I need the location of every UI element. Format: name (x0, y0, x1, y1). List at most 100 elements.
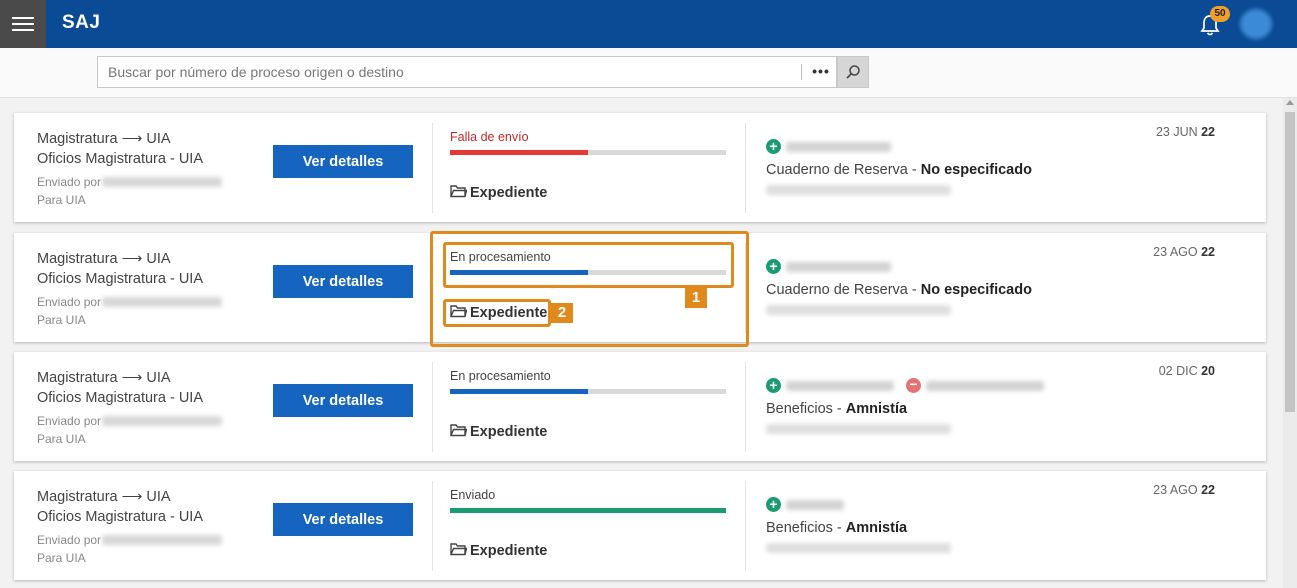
sender-redacted (102, 177, 222, 187)
ver-detalles-button[interactable]: Ver detalles (273, 145, 413, 178)
remove-person-icon: − (906, 377, 921, 393)
sender-redacted (102, 416, 222, 426)
column-divider (432, 123, 433, 213)
record-date: 23 JUN 22 (1156, 125, 1215, 139)
date-day-month: 23 AGO (1153, 245, 1202, 259)
folder-icon (450, 543, 467, 556)
record-route: Magistratura ⟶ UIA (37, 489, 171, 505)
date-year: 22 (1201, 483, 1215, 497)
annotation-label-1: 1 (685, 288, 707, 308)
cuaderno-info: Beneficios - Amnistía (766, 401, 907, 417)
page-scrollbar[interactable] (1283, 98, 1297, 588)
folder-icon (450, 185, 467, 198)
details-redacted (766, 185, 951, 195)
top-bar: SAJ 50 (0, 0, 1297, 48)
sender-redacted (102, 297, 222, 307)
record-date: 02 DIC 20 (1159, 364, 1215, 378)
hamburger-menu-icon[interactable] (0, 0, 46, 48)
cuaderno-info: Cuaderno de Reserva - No especificado (766, 282, 1032, 298)
cuaderno-value: No especificado (920, 162, 1032, 178)
person-name-redacted (926, 381, 1044, 391)
status-progress-track (450, 508, 726, 513)
folder-icon (450, 424, 467, 437)
record-card: Magistratura ⟶ UIA Oficios Magistratura … (14, 471, 1266, 580)
cuaderno-label: Cuaderno de Reserva - (766, 162, 921, 178)
person-name-redacted (786, 381, 894, 391)
status-progress-track (450, 150, 726, 155)
column-divider (745, 362, 746, 452)
person-name-redacted (786, 500, 844, 510)
date-year: 22 (1201, 245, 1215, 259)
notification-count-badge: 50 (1210, 6, 1230, 22)
cuaderno-info: Beneficios - Amnistía (766, 520, 907, 536)
cuaderno-label: Cuaderno de Reserva - (766, 282, 921, 298)
add-person-icon: + (766, 259, 781, 274)
annotation-box-status (443, 242, 734, 288)
search-icon (846, 65, 860, 79)
date-day-month: 23 JUN (1155, 125, 1202, 139)
record-route: Magistratura ⟶ UIA (37, 131, 171, 147)
more-options-button[interactable]: ••• (806, 57, 836, 87)
column-divider (432, 481, 433, 571)
user-avatar[interactable] (1240, 9, 1272, 39)
search-button[interactable] (837, 56, 869, 88)
sent-by-label: Enviado por (37, 533, 102, 547)
cuaderno-label: Beneficios - (766, 401, 846, 417)
ver-detalles-button[interactable]: Ver detalles (273, 265, 413, 298)
record-type: Oficios Magistratura - UIA (37, 390, 203, 406)
sent-by-label: Enviado por (37, 414, 102, 428)
recipient-label: Para UIA (37, 193, 86, 207)
recipient-label: Para UIA (37, 432, 86, 446)
person-name-redacted (786, 262, 891, 272)
column-divider (745, 481, 746, 571)
search-input[interactable] (98, 57, 801, 87)
record-route: Magistratura ⟶ UIA (37, 370, 171, 386)
ver-detalles-button[interactable]: Ver detalles (273, 384, 413, 417)
record-type: Oficios Magistratura - UIA (37, 509, 203, 525)
date-year: 22 (1201, 125, 1215, 139)
record-type: Oficios Magistratura - UIA (37, 151, 203, 167)
details-redacted (766, 305, 951, 315)
cuaderno-value: No especificado (920, 282, 1032, 298)
date-day-month: 02 DIC (1158, 364, 1202, 378)
date-day-month: 23 AGO (1153, 483, 1202, 497)
status-progress-fill (450, 389, 588, 394)
expediente-link[interactable]: Expediente (470, 543, 547, 559)
annotation-label-2: 2 (551, 303, 573, 323)
status-progress-fill (450, 150, 588, 155)
record-type: Oficios Magistratura - UIA (37, 271, 203, 287)
record-card: Magistratura ⟶ UIA Oficios Magistratura … (14, 352, 1266, 461)
details-redacted (766, 543, 951, 553)
status-label: Falla de envío (450, 130, 529, 144)
details-redacted (766, 424, 951, 434)
add-person-icon: + (766, 497, 781, 512)
ver-detalles-button[interactable]: Ver detalles (273, 503, 413, 536)
date-year: 20 (1201, 364, 1215, 378)
status-label: Enviado (450, 488, 496, 502)
status-label: En procesamiento (450, 369, 551, 383)
search-box: ••• (97, 56, 837, 88)
cuaderno-info: Cuaderno de Reserva - No especificado (766, 162, 1032, 178)
status-progress-track (450, 389, 726, 394)
app-title: SAJ (62, 12, 101, 33)
record-date: 23 AGO 22 (1153, 245, 1215, 259)
scroll-up-arrow-icon[interactable] (1286, 100, 1294, 105)
sender-redacted (102, 535, 222, 545)
search-separator (801, 64, 802, 80)
scroll-thumb[interactable] (1285, 112, 1295, 412)
cuaderno-label: Beneficios - (766, 520, 846, 536)
record-card: Magistratura ⟶ UIA Oficios Magistratura … (14, 113, 1266, 222)
add-person-icon: + (766, 139, 781, 154)
expediente-link[interactable]: Expediente (470, 185, 547, 201)
column-divider (745, 123, 746, 213)
person-name-redacted (786, 142, 891, 152)
recipient-label: Para UIA (37, 313, 86, 327)
column-divider (432, 362, 433, 452)
annotation-box-2 (443, 299, 551, 327)
cuaderno-value: Amnistía (845, 401, 908, 417)
search-bar-area: ••• (0, 48, 1297, 98)
sent-by-label: Enviado por (37, 175, 102, 189)
cuaderno-value: Amnistía (845, 520, 908, 536)
add-person-icon: + (766, 378, 781, 393)
expediente-link[interactable]: Expediente (470, 424, 547, 440)
